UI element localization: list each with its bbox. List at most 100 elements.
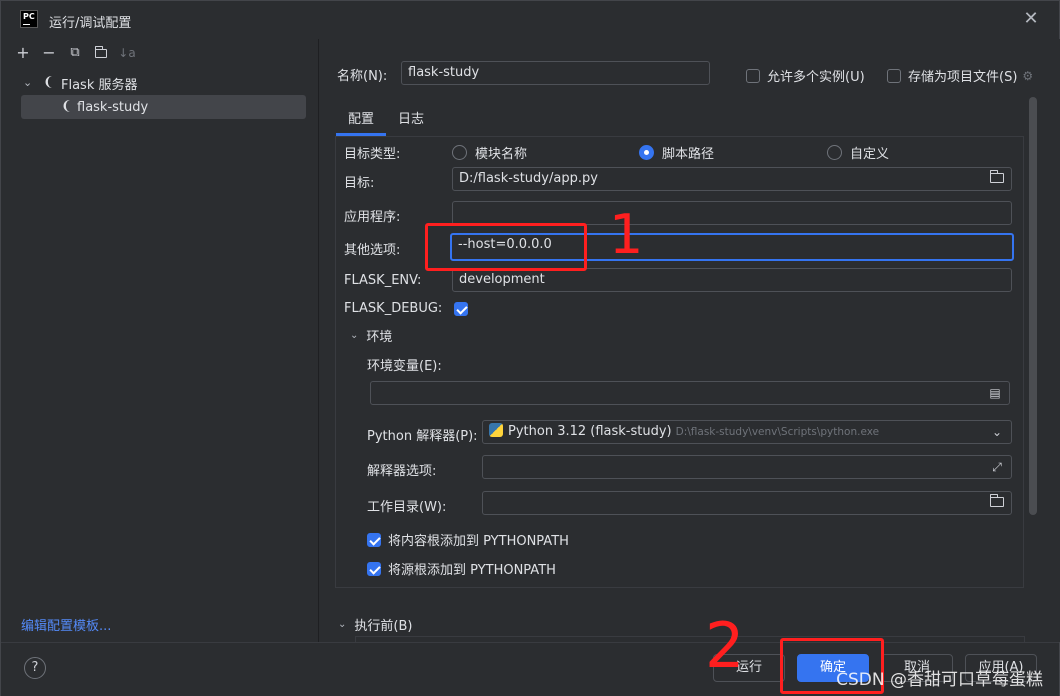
document-icon[interactable]: ▤: [987, 385, 1003, 401]
workdir-input[interactable]: [482, 491, 1012, 515]
close-icon[interactable]: ✕: [1023, 10, 1039, 28]
flask-env-label: FLASK_ENV:: [344, 273, 422, 288]
env-vars-row: 环境变量(E):: [367, 355, 442, 374]
interpreter-label: Python 解释器(P):: [367, 429, 478, 444]
add-source-roots-label: 将源根添加到 PYTHONPATH: [388, 563, 556, 578]
app-label: 应用程序:: [344, 210, 401, 225]
tree-group-flask[interactable]: ⌄ ❨ Flask 服务器: [1, 71, 318, 95]
flask-icon: ❨: [43, 75, 54, 90]
scrollbar[interactable]: [1029, 97, 1037, 515]
app-input[interactable]: [452, 201, 1012, 225]
copy-icon[interactable]: ⧉: [65, 43, 85, 63]
title-bar: PC 运行/调试配置 ✕: [1, 1, 1059, 39]
before-launch-header[interactable]: ⌄ 执行前(B): [338, 615, 412, 634]
other-options-row: 其他选项:: [344, 239, 400, 258]
flask-env-input[interactable]: development: [452, 268, 1012, 292]
env-vars-label: 环境变量(E):: [367, 359, 442, 374]
target-input[interactable]: D:/flask-study/app.py: [452, 167, 1012, 191]
store-as-file-checkbox[interactable]: 存储为项目文件(S) ⚙: [887, 66, 1033, 85]
name-label: 名称(N):: [337, 69, 388, 84]
env-vars-input[interactable]: ▤: [370, 381, 1010, 405]
flask-debug-checkbox[interactable]: [454, 301, 469, 316]
env-section-header[interactable]: ⌄ 环境: [350, 326, 392, 345]
run-debug-config-dialog: PC 运行/调试配置 ✕ + − ⧉ ↓a ⌄ ❨ Flask 服务器 ❨ fl…: [0, 0, 1060, 696]
interp-opts-label: 解释器选项:: [367, 464, 437, 479]
radio-custom[interactable]: 自定义: [827, 143, 889, 162]
dialog-title: 运行/调试配置: [49, 16, 132, 31]
watermark: CSDN @香甜可口草莓蛋糕: [836, 670, 1043, 690]
annotation-mark-2: 2: [705, 609, 745, 682]
chevron-down-icon[interactable]: ⌄: [338, 619, 346, 630]
new-folder-icon[interactable]: [91, 43, 111, 63]
interpreter-row: Python 解释器(P):: [367, 425, 478, 444]
checkbox-box[interactable]: [887, 68, 901, 83]
add-content-roots-checkbox[interactable]: 将内容根添加到 PYTHONPATH: [367, 530, 569, 549]
tree-item-label: flask-study: [77, 99, 149, 115]
target-row: 目标:: [344, 172, 374, 191]
tab-logs[interactable]: 日志: [386, 99, 436, 136]
chevron-down-icon[interactable]: ⌄: [350, 330, 358, 341]
checkbox-box[interactable]: [367, 561, 381, 576]
remove-icon[interactable]: −: [39, 43, 59, 63]
name-input[interactable]: flask-study: [401, 61, 710, 85]
pycharm-logo-icon: PC: [20, 10, 38, 28]
target-value: D:/flask-study/app.py: [459, 171, 598, 186]
radio-module-label: 模块名称: [475, 147, 528, 162]
flask-debug-label: FLASK_DEBUG:: [344, 301, 443, 316]
python-icon: [489, 423, 503, 437]
radio-script-path[interactable]: 脚本路径: [639, 143, 714, 162]
add-icon[interactable]: +: [13, 43, 33, 63]
config-form: 目标类型: 模块名称 脚本路径 自定义 目标: D:/flask-study/a…: [335, 136, 1024, 588]
tree-group-label: Flask 服务器: [61, 77, 138, 93]
gear-icon[interactable]: ⚙: [1022, 69, 1033, 83]
other-options-label: 其他选项:: [344, 243, 401, 258]
annotation-mark-1: 1: [609, 203, 644, 266]
interpreter-path: D:\flask-study\venv\Scripts\python.exe: [675, 426, 880, 438]
before-launch-label: 执行前(B): [354, 619, 413, 634]
config-tree: ⌄ ❨ Flask 服务器 ❨ flask-study: [1, 71, 318, 119]
radio-circle[interactable]: [639, 145, 654, 160]
target-label: 目标:: [344, 176, 375, 191]
radio-circle[interactable]: [827, 145, 842, 160]
config-tabs: 配置 日志: [336, 99, 436, 136]
interp-opts-row: 解释器选项:: [367, 460, 436, 479]
annotation-box-other-options: [425, 223, 587, 271]
help-icon[interactable]: ?: [24, 657, 46, 679]
name-row: 名称(N):: [337, 65, 387, 84]
app-row: 应用程序:: [344, 206, 400, 225]
chevron-down-icon[interactable]: ⌄: [23, 76, 32, 89]
checkbox-box[interactable]: [367, 532, 381, 547]
env-section-label: 环境: [366, 330, 393, 345]
edit-templates-link[interactable]: 编辑配置模板...: [21, 615, 111, 634]
add-content-roots-label: 将内容根添加到 PYTHONPATH: [388, 534, 569, 549]
sort-icon[interactable]: ↓a: [117, 43, 137, 63]
tab-config[interactable]: 配置: [336, 99, 387, 136]
interp-opts-input[interactable]: ⤢: [482, 455, 1012, 479]
folder-icon[interactable]: [989, 494, 1005, 511]
radio-module-name[interactable]: 模块名称: [452, 143, 527, 162]
chevron-down-icon[interactable]: ⌄: [989, 424, 1005, 440]
workdir-row: 工作目录(W):: [367, 496, 446, 515]
interpreter-select[interactable]: Python 3.12 (flask-study) D:\flask-study\…: [482, 420, 1012, 444]
config-tree-panel: + − ⧉ ↓a ⌄ ❨ Flask 服务器 ❨ flask-study 编辑配…: [1, 39, 319, 642]
radio-circle[interactable]: [452, 145, 467, 160]
workdir-label: 工作目录(W):: [367, 500, 447, 515]
tree-item-flask-study[interactable]: ❨ flask-study: [21, 95, 306, 119]
store-as-file-label: 存储为项目文件(S): [908, 70, 1018, 85]
radio-script-label: 脚本路径: [662, 147, 715, 162]
tree-toolbar: + − ⧉ ↓a: [13, 43, 137, 63]
target-type-label: 目标类型:: [344, 147, 401, 162]
allow-multiple-checkbox[interactable]: 允许多个实例(U): [746, 66, 865, 85]
allow-multiple-label: 允许多个实例(U): [767, 70, 865, 85]
flask-debug-row: FLASK_DEBUG:: [344, 301, 475, 316]
target-type-row: 目标类型:: [344, 143, 400, 162]
config-editor-panel: 名称(N): flask-study 允许多个实例(U) 存储为项目文件(S) …: [320, 39, 1060, 642]
radio-custom-label: 自定义: [850, 147, 890, 162]
add-source-roots-checkbox[interactable]: 将源根添加到 PYTHONPATH: [367, 559, 556, 578]
flask-env-row: FLASK_ENV:: [344, 273, 421, 288]
checkbox-box[interactable]: [746, 68, 760, 83]
interpreter-value: Python 3.12 (flask-study): [508, 424, 672, 439]
flask-icon: ❨: [61, 99, 72, 114]
expand-icon[interactable]: ⤢: [989, 459, 1005, 475]
folder-icon[interactable]: [989, 170, 1005, 187]
